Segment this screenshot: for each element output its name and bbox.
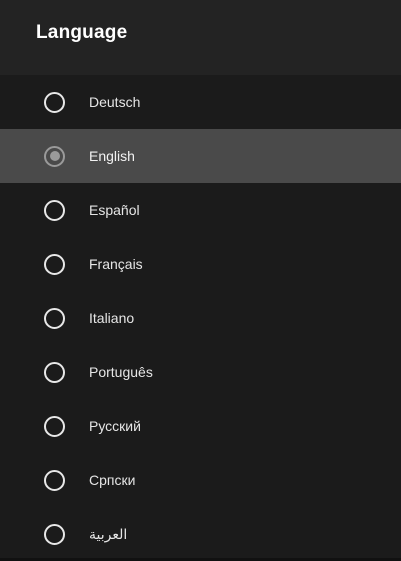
radio-unchecked-icon[interactable]	[44, 523, 65, 545]
language-label: Português	[89, 364, 153, 380]
radio-unchecked-icon[interactable]	[44, 361, 65, 383]
radio-unchecked-icon[interactable]	[44, 415, 65, 437]
language-option-portugues[interactable]: Português	[0, 345, 401, 399]
language-label: Deutsch	[89, 94, 141, 110]
language-option-italiano[interactable]: Italiano	[0, 291, 401, 345]
radio-checked-icon[interactable]	[44, 145, 65, 167]
language-option-francais[interactable]: Français	[0, 237, 401, 291]
language-option-arabic[interactable]: العربية	[0, 507, 401, 561]
header: Language	[0, 0, 401, 75]
language-label: English	[89, 148, 135, 164]
radio-unchecked-icon[interactable]	[44, 253, 65, 275]
language-option-deutsch[interactable]: Deutsch	[0, 75, 401, 129]
language-label: Français	[89, 256, 143, 272]
language-option-srpski[interactable]: Српски	[0, 453, 401, 507]
language-settings-panel: Language Deutsch English Español Françai…	[0, 0, 401, 558]
language-list: Deutsch English Español Français Italian…	[0, 75, 401, 561]
language-label: Српски	[89, 472, 136, 488]
radio-unchecked-icon[interactable]	[44, 307, 65, 329]
language-label: Русский	[89, 418, 141, 434]
language-label: العربية	[89, 525, 128, 542]
radio-unchecked-icon[interactable]	[44, 469, 65, 491]
language-option-espanol[interactable]: Español	[0, 183, 401, 237]
language-option-russkiy[interactable]: Русский	[0, 399, 401, 453]
language-label: Italiano	[89, 310, 135, 326]
radio-unchecked-icon[interactable]	[44, 91, 65, 113]
page-title: Language	[36, 21, 128, 43]
language-label: Español	[89, 202, 140, 218]
radio-unchecked-icon[interactable]	[44, 199, 65, 221]
language-option-english[interactable]: English	[0, 129, 401, 183]
